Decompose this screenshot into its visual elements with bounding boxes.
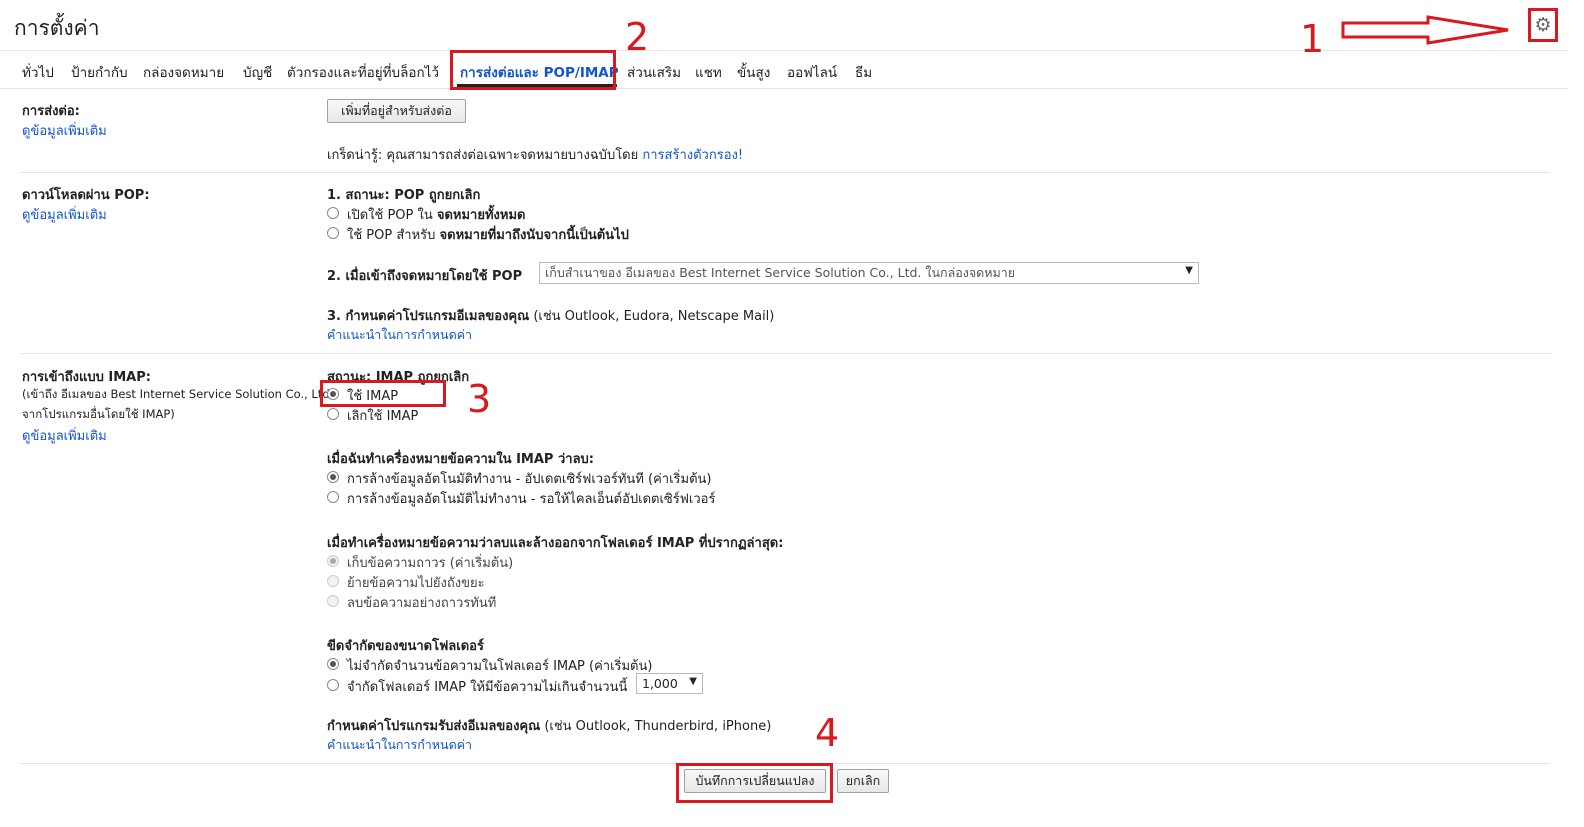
imap-expunge-title: เมื่อฉันทำเครื่องหมายข้อความใน IMAP ว่าล…: [327, 452, 594, 467]
tab-general[interactable]: ทั่วไป: [22, 61, 54, 83]
deleted-trash-label: ย้ายข้อความไปยังถังขยะ: [347, 576, 485, 591]
pop-when-accessed-label: 2. เมื่อเข้าถึงจดหมายโดยใช้ POP: [327, 269, 523, 284]
pop-enable-all-radio[interactable]: [327, 207, 339, 219]
pop-enable-all-label[interactable]: เปิดใช้ POP ใน จดหมายทั้งหมด: [347, 204, 525, 225]
imap-client-bold: กำหนดค่าโปรแกรมรับส่งอีเมลของคุณ: [327, 719, 541, 734]
pop-when-accessed-value: เก็บสำเนาของ อีเมลของ Best Internet Serv…: [545, 265, 1016, 280]
expunge-on-radio[interactable]: [327, 471, 339, 483]
forwarding-tip: เกร็ดน่ารู้: คุณสามารถส่งต่อเฉพาะจดหมายบ…: [327, 144, 743, 165]
pop-status: 1. สถานะ: POP ถูกยกเลิก: [327, 188, 481, 203]
pop-opt2-text: ใช้ POP สำหรับ: [347, 228, 436, 243]
create-filter-link[interactable]: การสร้างตัวกรอง!: [642, 148, 743, 163]
deleted-delete-radio: [327, 595, 339, 607]
imap-disable-label[interactable]: เลิกใช้ IMAP: [347, 405, 418, 426]
deleted-trash-radio: [327, 575, 339, 587]
folder-limit-value: 1,000: [642, 676, 678, 691]
imap-description-2: จากโปรแกรมอื่นโดยใช้ IMAP): [22, 407, 175, 421]
add-forwarding-address-button[interactable]: เพิ่มที่อยู่สำหรับส่งต่อ: [327, 99, 466, 123]
annotation-arrow-icon: [1341, 15, 1509, 45]
folder-unlimited-label[interactable]: ไม่จำกัดจำนวนข้อความในโฟลเดอร์ IMAP (ค่า…: [347, 655, 652, 676]
section-divider: [20, 353, 1550, 354]
section-divider: [20, 172, 1550, 173]
dropdown-caret-icon: ▼: [689, 676, 697, 687]
imap-disable-radio[interactable]: [327, 408, 339, 420]
pop-enable-new-label[interactable]: ใช้ POP สำหรับ จดหมายที่มาถึงนับจากนี้เป…: [347, 224, 629, 245]
settings-tabs: ทั่วไป ป้ายกำกับ กล่องจดหมาย บัญชี ตัวกร…: [0, 50, 1568, 89]
imap-learn-more-link[interactable]: ดูข้อมูลเพิ่มเติม: [22, 425, 107, 446]
expunge-on-label[interactable]: การล้างข้อมูลอัตโนมัติทำงาน - อัปเดตเซิร…: [347, 468, 711, 489]
tab-accounts[interactable]: บัญชี: [243, 61, 272, 83]
imap-client-rest: (เช่น Outlook, Thunderbird, iPhone): [544, 719, 772, 734]
tab-offline[interactable]: ออฟไลน์: [787, 61, 837, 83]
imap-config-instructions-link[interactable]: คำแนะนำในการกำหนดค่า: [327, 735, 472, 755]
page-title: การตั้งค่า: [14, 16, 100, 40]
folder-limit-select[interactable]: 1,000 ▼: [636, 673, 703, 694]
annotation-step-4: 4: [815, 711, 840, 755]
deleted-archive-radio: [327, 555, 339, 567]
pop-opt2-bold: จดหมายที่มาถึงนับจากนี้เป็นต้นไป: [439, 228, 629, 243]
forwarding-label: การส่งต่อ:: [22, 104, 80, 119]
pop-opt1-text: เปิดใช้ POP ใน: [347, 208, 433, 223]
pop-config-rest: (เช่น Outlook, Eudora, Netscape Mail): [533, 309, 775, 324]
folder-limit-label[interactable]: จำกัดโฟลเดอร์ IMAP ให้มีข้อความไม่เกินจำ…: [347, 676, 627, 697]
cancel-button[interactable]: ยกเลิก: [837, 769, 889, 793]
deleted-delete-label: ลบข้อความอย่างถาวรทันที: [347, 596, 497, 611]
tab-labels[interactable]: ป้ายกำกับ: [71, 61, 128, 83]
pop-learn-more-link[interactable]: ดูข้อมูลเพิ่มเติม: [22, 204, 107, 225]
pop-label: ดาวน์โหลดผ่าน POP:: [22, 188, 150, 203]
forwarding-learn-more-link[interactable]: ดูข้อมูลเพิ่มเติม: [22, 120, 107, 141]
settings-header: การตั้งค่า 1 ⚙: [0, 0, 1568, 58]
imap-deleted-title: เมื่อทำเครื่องหมายข้อความว่าลบและล้างออก…: [327, 536, 784, 551]
annotation-box-tab: [450, 50, 616, 90]
settings-gear-button[interactable]: ⚙: [1528, 8, 1558, 42]
pop-config-bold: 3. กำหนดค่าโปรแกรมอีเมลของคุณ: [327, 309, 530, 324]
imap-client-config: กำหนดค่าโปรแกรมรับส่งอีเมลของคุณ (เช่น O…: [327, 715, 771, 736]
tab-filters[interactable]: ตัวกรองและที่อยู่ที่บล็อกไว้: [287, 61, 439, 83]
tab-themes[interactable]: ธีม: [855, 61, 872, 83]
tab-chat[interactable]: แชท: [695, 61, 722, 83]
annotation-step-3: 3: [467, 377, 492, 421]
annotation-step-2: 2: [625, 15, 650, 59]
annotation-box-save: [676, 763, 833, 803]
expunge-off-radio[interactable]: [327, 491, 339, 503]
pop-opt1-bold: จดหมายทั้งหมด: [436, 208, 526, 223]
pop-config-instructions-link[interactable]: คำแนะนำในการกำหนดค่า: [327, 325, 472, 345]
imap-description-1: (เข้าถึง อีเมลของ Best Internet Service …: [22, 387, 334, 401]
folder-limit-radio[interactable]: [327, 679, 339, 691]
pop-config-text: 3. กำหนดค่าโปรแกรมอีเมลของคุณ (เช่น Outl…: [327, 305, 774, 326]
bottom-bar: [0, 818, 1584, 827]
tab-advanced[interactable]: ขั้นสูง: [737, 61, 770, 83]
dropdown-caret-icon: ▼: [1185, 265, 1193, 276]
gear-icon: ⚙: [1534, 14, 1552, 36]
pop-enable-new-radio[interactable]: [327, 227, 339, 239]
tab-inbox[interactable]: กล่องจดหมาย: [143, 61, 224, 83]
annotation-box-imap: [320, 380, 446, 407]
deleted-archive-label: เก็บข้อความถาวร (ค่าเริ่มต้น): [347, 556, 514, 571]
tab-addons[interactable]: ส่วนเสริม: [627, 61, 681, 83]
expunge-off-label[interactable]: การล้างข้อมูลอัตโนมัติไม่ทำงาน - รอให้ไค…: [347, 488, 715, 509]
forwarding-tip-text: เกร็ดน่ารู้: คุณสามารถส่งต่อเฉพาะจดหมายบ…: [327, 148, 639, 163]
folder-unlimited-radio[interactable]: [327, 658, 339, 670]
pop-when-accessed-select[interactable]: เก็บสำเนาของ อีเมลของ Best Internet Serv…: [539, 262, 1199, 284]
folder-limit-title: ขีดจำกัดของขนาดโฟลเดอร์: [327, 639, 484, 654]
